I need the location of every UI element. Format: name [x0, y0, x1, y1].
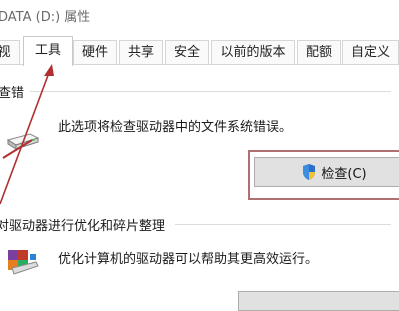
tab-quota[interactable]: 配额: [297, 40, 341, 64]
tab-previous-versions[interactable]: 以前的版本: [211, 40, 295, 64]
window-title: DATA (D:) 属性: [0, 10, 91, 25]
error-check-divider: [30, 91, 391, 92]
tab-security[interactable]: 安全: [165, 40, 209, 64]
check-button[interactable]: 检查(C): [254, 157, 399, 187]
tab-sharing[interactable]: 共享: [119, 40, 163, 64]
error-check-description: 此选项将检查驱动器中的文件系统错误。: [58, 120, 293, 135]
optimize-title: 对驱动器进行优化和碎片整理: [0, 219, 166, 234]
defrag-icon: [8, 250, 39, 275]
check-button-label: 检查(C): [321, 166, 367, 182]
drive-icon: [6, 133, 40, 150]
tab-view[interactable]: 视: [0, 40, 20, 64]
error-check-title: 查错: [0, 86, 25, 101]
tab-tools[interactable]: 工具: [23, 36, 73, 66]
tab-customize[interactable]: 自定义: [342, 40, 399, 64]
optimize-button[interactable]: [238, 291, 399, 311]
uac-shield-icon: [303, 164, 316, 180]
tab-hardware[interactable]: 硬件: [73, 40, 117, 64]
optimize-description: 优化计算机的驱动器可以帮助其更高效运行。: [58, 252, 319, 267]
optimize-divider: [175, 224, 391, 225]
